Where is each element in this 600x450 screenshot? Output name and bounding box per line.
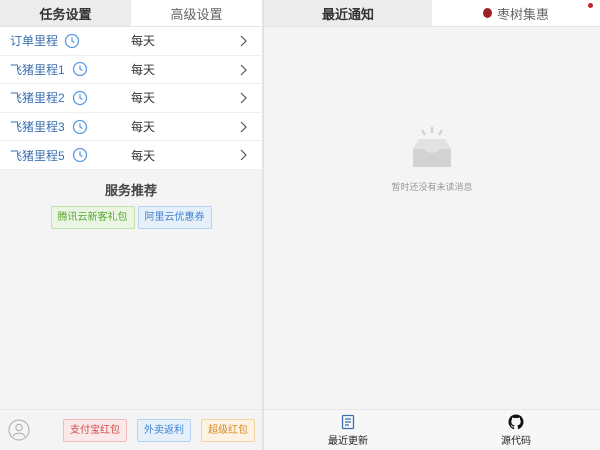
changelog-icon: [341, 414, 355, 429]
avatar-icon[interactable]: [8, 419, 30, 441]
tencent-cloud-button[interactable]: 腾讯云新客礼包: [50, 205, 135, 229]
task-row[interactable]: 飞猪里程2 每天: [0, 84, 262, 113]
tab-zaoshu-label: 枣树集惠: [496, 6, 549, 22]
chevron-right-icon: [240, 92, 247, 104]
chevron-right-icon: [240, 121, 247, 133]
notifications-panel: 最近通知 枣树集惠 暂时还没有未读消息 最近更新 源代码: [264, 0, 600, 450]
recent-updates-label: 最近更新: [328, 435, 368, 447]
task-frequency: 每天: [131, 120, 156, 135]
alipay-redpacket-button[interactable]: 支付宝红包: [63, 419, 127, 442]
clock-icon: [72, 90, 88, 106]
task-row[interactable]: 飞猪里程3 每天: [0, 113, 262, 142]
clock-icon: [72, 119, 88, 135]
services-title: 服务推荐: [104, 182, 157, 198]
left-tab-bar: 任务设置 高级设置: [0, 0, 262, 27]
tab-zaoshu-deals[interactable]: 枣树集惠: [432, 0, 600, 26]
task-frequency: 每天: [131, 148, 156, 163]
footer-promo-buttons: 支付宝红包 外卖返利 超级红包: [63, 419, 255, 442]
chevron-right-icon: [240, 35, 247, 47]
empty-state: 暂时还没有未读消息: [264, 125, 600, 193]
tab-advanced-settings[interactable]: 高级设置: [131, 0, 262, 26]
source-code-button[interactable]: 源代码: [432, 410, 600, 450]
services-buttons: 腾讯云新客礼包 阿里云优惠券: [0, 205, 262, 229]
task-row[interactable]: 订单里程 每天: [0, 27, 262, 56]
task-settings-panel: 任务设置 高级设置 订单里程 每天 飞猪里程1 每天 飞猪里程2 每天 飞猪里程…: [0, 0, 262, 450]
task-name: 飞猪里程3: [10, 120, 65, 135]
zaoshu-logo-icon: [482, 8, 492, 18]
task-name: 飞猪里程2: [10, 91, 65, 106]
right-footer: 最近更新 源代码: [264, 409, 600, 450]
task-frequency: 每天: [131, 34, 156, 49]
task-frequency: 每天: [131, 62, 156, 77]
chevron-right-icon: [240, 149, 247, 161]
left-footer: 支付宝红包 外卖返利 超级红包: [0, 409, 262, 450]
notification-dot: [588, 3, 593, 8]
empty-inbox-icon: [413, 127, 451, 167]
task-name: 飞猪里程5: [10, 148, 65, 163]
tab-task-settings[interactable]: 任务设置: [0, 0, 131, 26]
aliyun-coupon-button[interactable]: 阿里云优惠券: [137, 205, 212, 229]
task-row[interactable]: 飞猪里程1 每天: [0, 56, 262, 85]
right-tab-bar: 最近通知 枣树集惠: [264, 0, 600, 27]
source-code-label: 源代码: [501, 435, 531, 447]
clock-icon: [72, 61, 88, 77]
super-redpacket-button[interactable]: 超级红包: [201, 419, 255, 442]
takeout-rebate-button[interactable]: 外卖返利: [137, 419, 191, 442]
chevron-right-icon: [240, 64, 247, 76]
task-name: 订单里程: [10, 34, 59, 49]
github-icon: [508, 414, 524, 429]
clock-icon: [64, 33, 80, 49]
task-list: 订单里程 每天 飞猪里程1 每天 飞猪里程2 每天 飞猪里程3 每天 飞猪里程5…: [0, 27, 262, 170]
task-name: 飞猪里程1: [10, 62, 65, 77]
clock-icon: [72, 147, 88, 163]
tab-recent-notifications[interactable]: 最近通知: [264, 0, 432, 26]
recent-updates-button[interactable]: 最近更新: [264, 410, 432, 450]
task-row[interactable]: 飞猪里程5 每天: [0, 141, 262, 170]
empty-message: 暂时还没有未读消息: [391, 182, 473, 192]
task-frequency: 每天: [131, 91, 156, 106]
